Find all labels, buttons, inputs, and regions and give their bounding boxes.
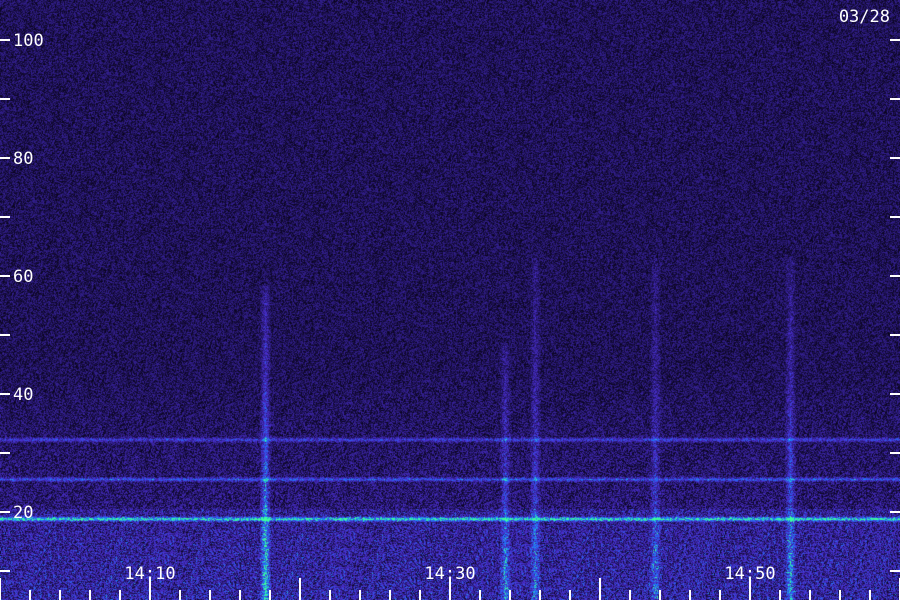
x-tick-label: 14:50 [724, 564, 775, 584]
x-tick-label: 14:30 [424, 564, 475, 584]
x-tick-label: 14:10 [124, 564, 175, 584]
y-tick-label: 100 [13, 31, 44, 51]
axis-overlay: 20 40 60 80 100 14:10 14:30 14:50 03/28 [0, 7, 900, 600]
x-axis: 14:10 14:30 14:50 [0, 564, 900, 600]
y-tick-label: 20 [13, 503, 33, 523]
y-axis: 20 40 60 80 100 [0, 31, 900, 572]
y-tick-label: 60 [13, 267, 33, 287]
y-tick-label: 80 [13, 149, 33, 169]
y-tick-label: 40 [13, 385, 33, 405]
date-label: 03/28 [839, 7, 890, 27]
